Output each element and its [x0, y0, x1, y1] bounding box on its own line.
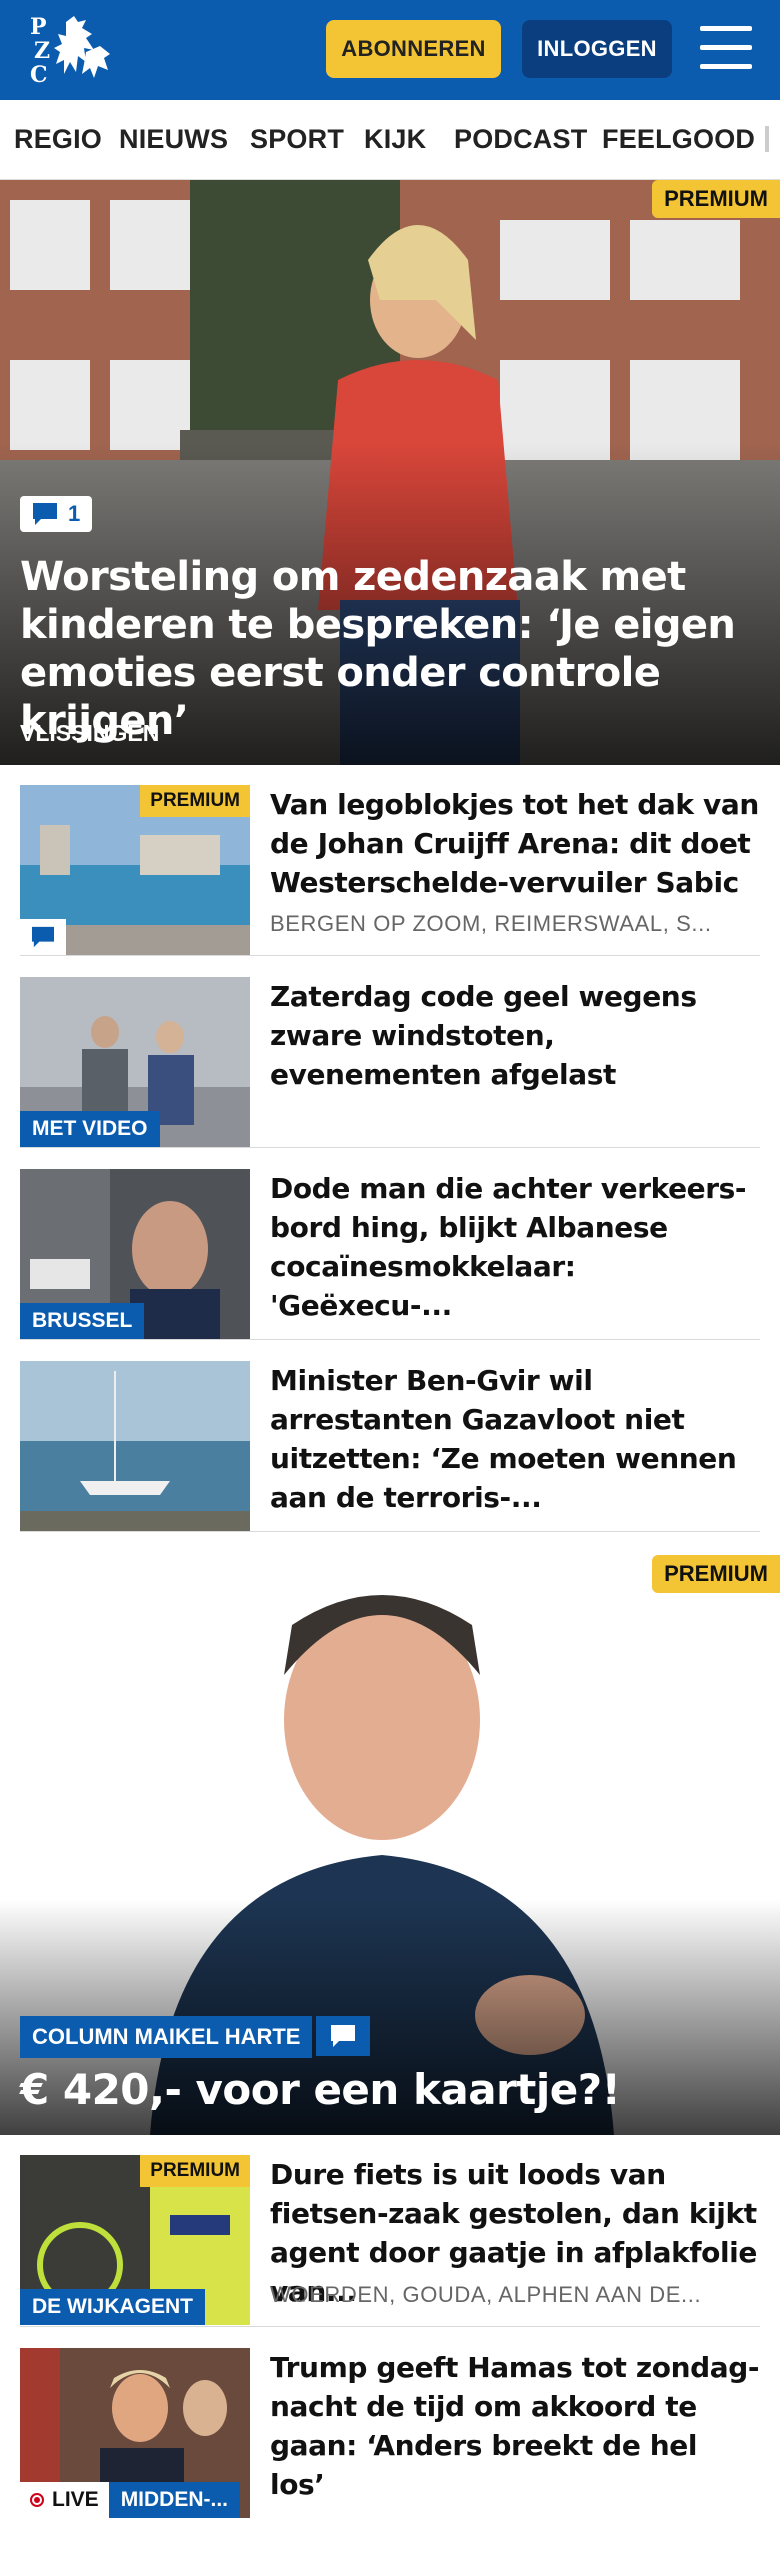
- article-thumbnail: PREMIUM DE WIJKAGENT: [20, 2155, 250, 2325]
- hero-article[interactable]: PREMIUM 1 Worsteling om zedenzaak met ki…: [0, 180, 780, 765]
- premium-badge: PREMIUM: [652, 1555, 780, 1593]
- article-thumbnail: PREMIUM: [20, 785, 250, 955]
- pzc-logo-icon[interactable]: P Z C: [28, 12, 114, 88]
- article-headline[interactable]: Minister Ben-Gvir wil arrestanten Gazavl…: [270, 1361, 760, 1517]
- live-tag: LIVE: [20, 2482, 109, 2518]
- list-item[interactable]: MET VIDEO Zaterdag code geel wegens zwar…: [20, 977, 760, 1147]
- premium-badge: PREMIUM: [652, 180, 780, 218]
- list-item[interactable]: Minister Ben-Gvir wil arrestanten Gazavl…: [20, 1361, 760, 1531]
- site-header: P Z C ABONNEREN INLOGGEN: [0, 0, 780, 100]
- article-headline[interactable]: Van legoblokjes tot het dak van de Johan…: [270, 785, 760, 902]
- article-headline[interactable]: Dode man die achter verkeers-bord hing, …: [270, 1169, 760, 1325]
- divider: [20, 1531, 760, 1532]
- article-locations: WOERDEN, GOUDA, ALPHEN AAN DE...: [270, 2282, 702, 2307]
- live-label: LIVE: [52, 2488, 99, 2511]
- list-item[interactable]: BRUSSEL Dode man die achter verkeers-bor…: [20, 1169, 760, 1339]
- article-thumbnail: BRUSSEL: [20, 1169, 250, 1339]
- live-dot-icon: [30, 2493, 44, 2507]
- comment-count: 1: [68, 501, 81, 526]
- section-nav: REGIO NIEUWS SPORT KIJK PODCAST FEELGOOD: [0, 100, 780, 180]
- comment-icon-badge[interactable]: [20, 919, 66, 955]
- live-tag-group: LIVE MIDDEN-...: [20, 2482, 241, 2518]
- nav-item-nieuws[interactable]: NIEUWS: [119, 124, 228, 155]
- article-locations: BERGEN OP ZOOM, REIMERSWAAL, S...: [270, 911, 712, 936]
- article-headline[interactable]: Zaterdag code geel wegens zware windstot…: [270, 977, 760, 1094]
- article-thumbnail: MET VIDEO: [20, 977, 250, 1147]
- list-item[interactable]: LIVE MIDDEN-... Trump geeft Hamas tot zo…: [20, 2348, 760, 2518]
- list-item[interactable]: PREMIUM Van legoblokjes tot het dak van …: [20, 785, 760, 955]
- svg-text:Z: Z: [34, 38, 50, 64]
- svg-text:C: C: [30, 62, 48, 88]
- category-label: DE WIJKAGENT: [20, 2289, 206, 2325]
- nav-item-regio[interactable]: REGIO: [14, 124, 102, 155]
- hero-headline[interactable]: Worsteling om zedenzaak met kinderen te …: [20, 553, 750, 745]
- menu-icon[interactable]: [700, 26, 752, 70]
- article-thumbnail: LIVE MIDDEN-...: [20, 2348, 250, 2518]
- nav-item-podcast[interactable]: PODCAST: [454, 124, 587, 155]
- nav-item-feelgood[interactable]: FEELGOOD: [602, 124, 755, 155]
- comment-count-badge[interactable]: 1: [20, 496, 93, 532]
- divider: [20, 1339, 760, 1340]
- svg-text:P: P: [30, 14, 47, 40]
- column-label[interactable]: COLUMN MAIKEL HARTE: [20, 2016, 313, 2058]
- comment-icon: [331, 2025, 356, 2047]
- login-button[interactable]: INLOGGEN: [522, 20, 672, 78]
- hero-location: VLISSINGEN: [20, 720, 160, 746]
- column-card[interactable]: PREMIUM COLUMN MAIKEL HARTE € 420,- voor…: [0, 1545, 780, 2135]
- article-thumbnail: [20, 1361, 250, 1531]
- article-headline[interactable]: Trump geeft Hamas tot zondag-nacht de ti…: [270, 2348, 760, 2504]
- column-tag: COLUMN MAIKEL HARTE: [20, 2016, 371, 2058]
- comment-icon-badge[interactable]: [316, 2016, 371, 2056]
- thumbnail-image: [20, 1361, 250, 1531]
- divider: [20, 2326, 760, 2327]
- premium-badge: PREMIUM: [140, 785, 250, 817]
- divider: [20, 955, 760, 956]
- nav-item-kijk[interactable]: KIJK: [364, 124, 426, 155]
- location-label: BRUSSEL: [20, 1303, 145, 1339]
- list-item[interactable]: PREMIUM DE WIJKAGENT Dure fiets is uit l…: [20, 2155, 760, 2325]
- divider: [20, 1147, 760, 1148]
- category-label: MIDDEN-...: [108, 2482, 241, 2518]
- video-label: MET VIDEO: [20, 1111, 160, 1147]
- comment-icon: [33, 503, 57, 525]
- nav-item-sport[interactable]: SPORT: [250, 124, 344, 155]
- subscribe-button[interactable]: ABONNEREN: [326, 20, 501, 78]
- comment-icon: [32, 926, 54, 948]
- premium-badge: PREMIUM: [140, 2155, 250, 2187]
- nav-overflow-indicator: [765, 126, 769, 152]
- column-headline[interactable]: € 420,- voor een kaartje?!: [20, 2065, 621, 2114]
